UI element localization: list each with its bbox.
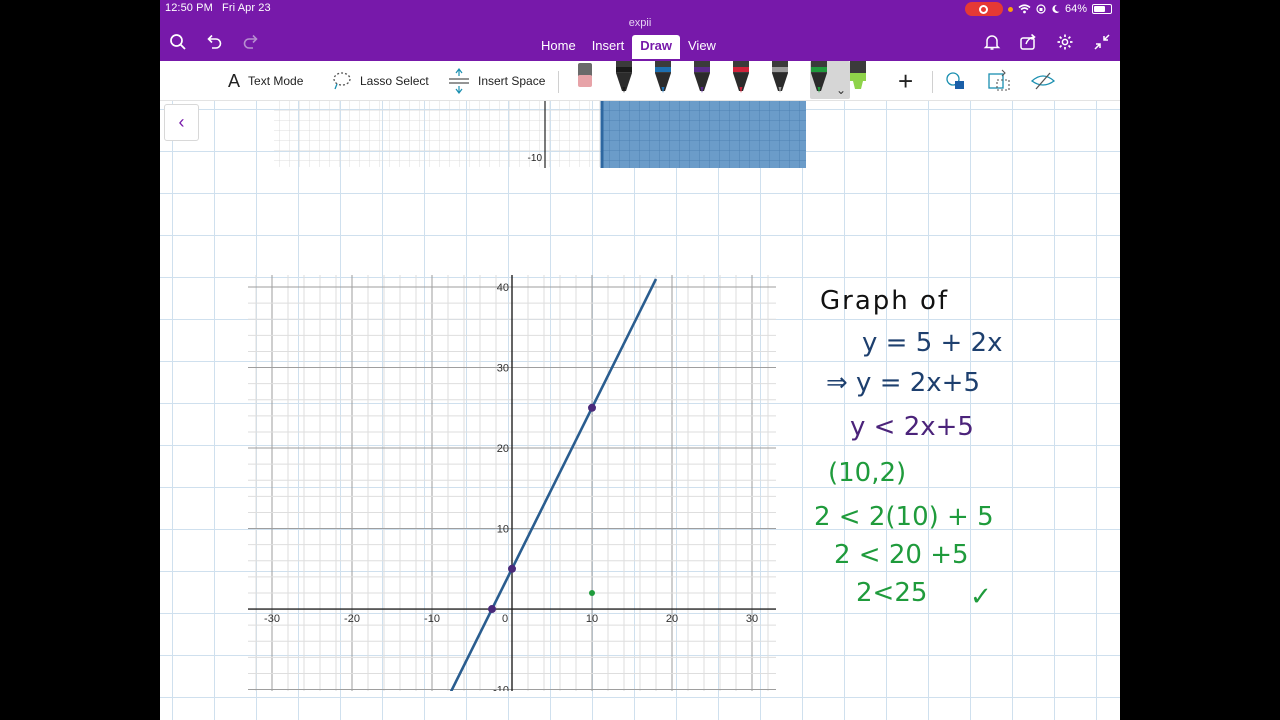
x-tick-label: -30	[264, 613, 280, 625]
y-tick-label: -10	[493, 685, 509, 691]
black-pen-icon[interactable]	[607, 61, 641, 95]
data-point	[508, 564, 516, 573]
moon-icon	[1052, 4, 1060, 13]
insert-space-label: Insert Space	[478, 74, 546, 88]
eraser-icon[interactable]	[568, 61, 602, 95]
red-pen-icon[interactable]	[724, 61, 758, 95]
battery-percent: 64%	[1064, 3, 1087, 15]
note-inequality: y < 2x+5	[850, 412, 974, 442]
battery-icon	[1092, 4, 1112, 14]
blue-pen-icon[interactable]	[646, 61, 680, 95]
text-mode-icon: A	[228, 70, 241, 91]
undo-icon[interactable]	[202, 30, 226, 54]
gray-pen-icon[interactable]	[763, 61, 797, 95]
note-test-point: (10,2)	[828, 458, 906, 488]
shapes-icon	[946, 72, 964, 89]
checkmark-icon: ✓	[970, 582, 992, 612]
note-equation: y = 5 + 2x	[862, 328, 1003, 358]
y-tick-label: 40	[497, 282, 509, 294]
ink-to-shape-button[interactable]	[986, 61, 1012, 101]
tab-draw[interactable]: Draw	[632, 35, 680, 59]
ribbon-divider	[558, 71, 559, 93]
mic-indicator-icon	[1007, 6, 1013, 12]
status-time: 12:50 PM Fri Apr 23	[165, 2, 271, 14]
gear-icon[interactable]	[1053, 30, 1077, 54]
orientation-lock-icon	[1036, 4, 1046, 14]
y-tick-label: 20	[497, 443, 509, 455]
x-tick-label: 30	[746, 613, 758, 625]
data-point	[588, 403, 596, 412]
purple-pen-icon[interactable]	[685, 61, 719, 95]
y-tick-label: -10	[528, 153, 543, 164]
note-slope-form: ⇒ y = 2x+5	[826, 368, 980, 398]
plus-icon: +	[898, 65, 914, 96]
collapse-icon[interactable]	[1090, 30, 1114, 54]
ribbon-tabs: Home Insert Draw View	[533, 35, 724, 59]
green-pen-icon[interactable]	[802, 61, 836, 95]
chevron-left-icon: ‹	[178, 112, 185, 132]
x-tick-label: 0	[502, 613, 508, 625]
bell-icon[interactable]	[980, 30, 1004, 54]
handwritten-notes: Graph of y = 5 + 2x ⇒ y = 2x+5 y < 2x+5 …	[814, 286, 1003, 612]
onenote-screen: 12:50 PM Fri Apr 23 64% expii Home Inser…	[160, 0, 1120, 720]
note-simplify: 2 < 20 +5	[834, 540, 969, 570]
pen-options-chevron-icon[interactable]: ⌄	[836, 83, 846, 97]
search-icon[interactable]	[166, 30, 190, 54]
x-tick-label: -20	[344, 613, 360, 625]
y-tick-label: 10	[497, 524, 509, 536]
data-point	[488, 605, 496, 614]
lasso-select-label: Lasso Select	[360, 74, 429, 88]
note-result: 2<25	[856, 578, 927, 608]
y-tick-label: 30	[497, 363, 509, 375]
previous-graph-fragment: -10	[274, 101, 806, 168]
tab-home[interactable]: Home	[533, 35, 584, 59]
lasso-icon	[333, 72, 351, 90]
draw-ribbon: A Text Mode Lasso Select Insert Space ⌄ …	[160, 61, 1120, 101]
app-title: expii	[628, 17, 652, 29]
tab-insert[interactable]: Insert	[584, 35, 633, 59]
series-line	[449, 278, 658, 691]
ink-replay-icon	[1030, 72, 1056, 90]
status-indicators: 64%	[964, 2, 1112, 16]
date-text: Fri Apr 23	[222, 2, 271, 14]
note-graph-of: Graph of	[820, 286, 949, 316]
ink-to-shape-icon	[988, 69, 1010, 91]
text-mode-label: Text Mode	[248, 74, 304, 88]
grid-area	[274, 101, 600, 167]
ribbon-divider	[932, 71, 933, 93]
replay-button[interactable]	[1030, 61, 1056, 101]
screen-recording-icon	[964, 2, 1003, 16]
insert-space-icon	[449, 68, 469, 94]
top-bar: 12:50 PM Fri Apr 23 64% expii Home Inser…	[160, 0, 1120, 61]
tab-view[interactable]: View	[680, 35, 724, 59]
data-point	[589, 589, 595, 596]
back-button[interactable]: ‹	[164, 104, 199, 141]
text-mode-button[interactable]: A Text Mode	[228, 61, 303, 101]
time-text: 12:50 PM	[165, 2, 213, 14]
notebook-page[interactable]: ‹ -10 -30 -20 -10 0 10 20 30 -10 10 20 30 40 Graph	[160, 101, 1120, 720]
x-tick-label: -10	[424, 613, 440, 625]
note-substitution: 2 < 2(10) + 5	[814, 502, 994, 532]
x-tick-label: 10	[586, 613, 598, 625]
redo-icon[interactable]	[239, 30, 263, 54]
yellow-green-highlighter-icon[interactable]	[841, 61, 875, 95]
add-pen-button[interactable]: +	[898, 61, 913, 101]
share-icon[interactable]	[1016, 30, 1040, 54]
line-graph: -30 -20 -10 0 10 20 30 -10 10 20 30 40	[248, 274, 776, 691]
lasso-select-button[interactable]: Lasso Select	[332, 61, 429, 101]
wifi-icon	[1018, 4, 1031, 14]
x-tick-label: 20	[666, 613, 678, 625]
shaded-grid	[602, 101, 806, 168]
insert-space-button[interactable]: Insert Space	[448, 61, 545, 101]
shapes-button[interactable]	[944, 61, 968, 101]
